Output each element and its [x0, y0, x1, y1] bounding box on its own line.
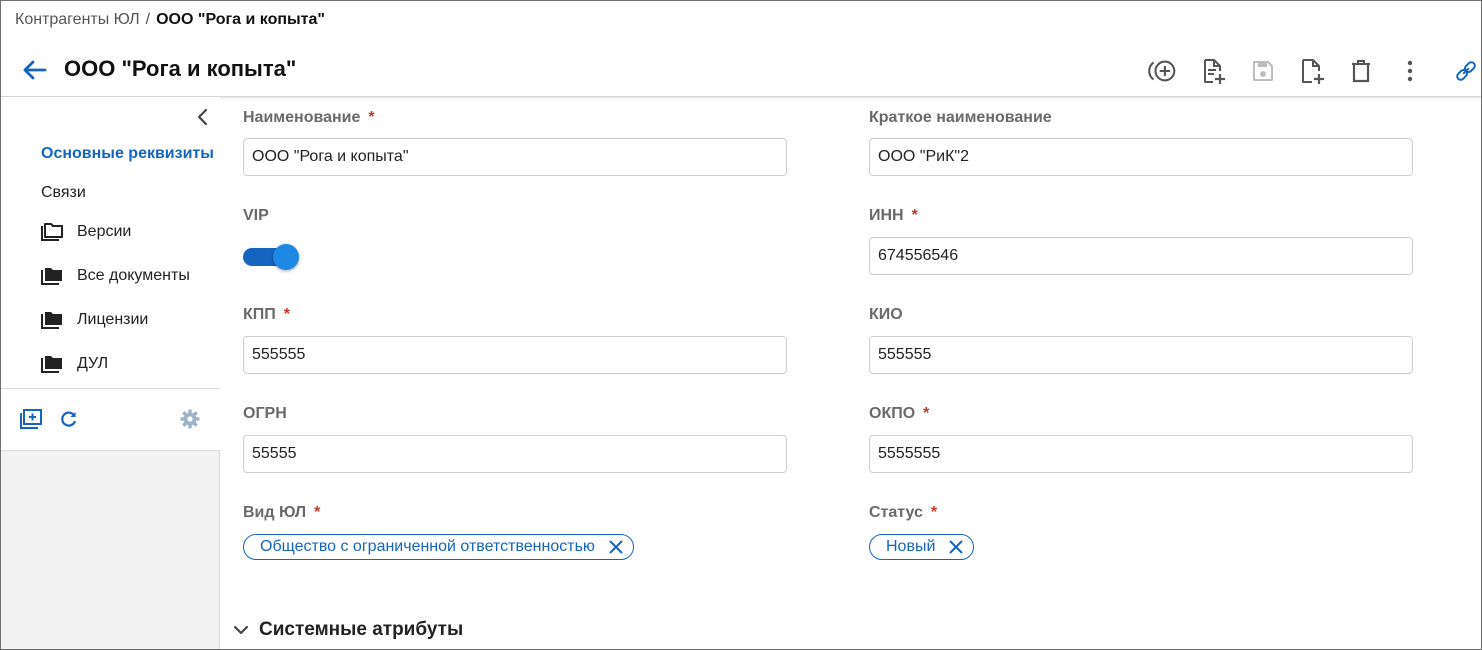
- folder-outline-icon: [41, 223, 63, 241]
- remove-status-button[interactable]: [947, 538, 965, 556]
- inn-label: ИНН *: [869, 207, 918, 225]
- page-header: ООО "Рога и копыта": [1, 45, 1481, 97]
- new-file-icon: [1302, 59, 1324, 84]
- vip-toggle-knob: [273, 244, 299, 270]
- back-button[interactable]: [19, 57, 49, 83]
- link-icon: [1456, 61, 1476, 81]
- folder-icon: [41, 356, 62, 373]
- more-button[interactable]: [1394, 55, 1426, 87]
- create-folder-icon: [20, 409, 42, 429]
- kpp-input[interactable]: [243, 336, 787, 374]
- required-mark: *: [283, 306, 290, 323]
- add-circle-icon: [1148, 60, 1176, 82]
- breadcrumb-current: ООО "Рога и копыта": [156, 11, 325, 28]
- ogrn-input[interactable]: [243, 435, 787, 473]
- entity-type-chip-label: Общество с ограниченной ответственностью: [260, 538, 595, 555]
- sidebar-folder-licenses[interactable]: Лицензии: [41, 311, 148, 329]
- short-name-input[interactable]: [869, 138, 1413, 176]
- name-input[interactable]: [243, 138, 787, 176]
- name-label: Наименование *: [243, 109, 375, 127]
- required-mark: *: [314, 504, 321, 521]
- app-window: Контрагенты ЮЛ / ООО "Рога и копыта" ООО…: [0, 0, 1482, 650]
- sidebar: Основные реквизиты Связи Версии Все доку…: [1, 97, 220, 649]
- sidebar-toolbar: [1, 389, 220, 451]
- kpp-label: КПП *: [243, 306, 290, 324]
- entity-type-label-text: Вид ЮЛ: [243, 504, 307, 521]
- chevron-left-icon: [197, 108, 208, 126]
- folder-icon: [41, 268, 62, 285]
- add-document-icon: [1204, 59, 1225, 84]
- ogrn-label: ОГРН: [243, 405, 287, 422]
- short-name-label: Краткое наименование: [869, 109, 1052, 126]
- close-icon: [609, 540, 623, 554]
- chevron-down-icon: [233, 625, 249, 635]
- save-button[interactable]: [1247, 55, 1279, 87]
- more-vert-icon: [1407, 60, 1413, 82]
- arrow-left-icon: [23, 60, 47, 80]
- entity-type-label: Вид ЮЛ *: [243, 504, 320, 522]
- okpo-input[interactable]: [869, 435, 1413, 473]
- system-attributes-title: Системные атрибуты: [259, 619, 464, 640]
- required-mark: *: [923, 405, 930, 422]
- sidebar-folder-label: Версии: [77, 223, 132, 240]
- kpp-label-text: КПП: [243, 306, 276, 323]
- folder-icon: [41, 312, 62, 329]
- delete-icon: [1352, 60, 1370, 83]
- breadcrumb: Контрагенты ЮЛ / ООО "Рога и копыта": [15, 11, 325, 29]
- add-document-button[interactable]: [1197, 55, 1229, 87]
- required-mark: *: [930, 504, 938, 521]
- status-label-text: Статус: [869, 504, 923, 521]
- sidebar-folder-all-documents[interactable]: Все документы: [41, 267, 190, 285]
- link-button[interactable]: [1450, 55, 1481, 87]
- settings-icon: [180, 409, 200, 429]
- settings-button[interactable]: [178, 407, 202, 431]
- collapse-sidebar-button[interactable]: [193, 107, 211, 127]
- breadcrumb-separator: /: [145, 11, 151, 28]
- sidebar-item-main-details[interactable]: Основные реквизиты: [41, 145, 214, 163]
- inn-label-text: ИНН: [869, 207, 904, 224]
- delete-button[interactable]: [1345, 55, 1377, 87]
- name-label-text: Наименование: [243, 109, 361, 126]
- new-file-button[interactable]: [1296, 55, 1328, 87]
- entity-type-chip: Общество с ограниченной ответственностью: [243, 534, 634, 560]
- status-label: Статус *: [869, 504, 937, 522]
- create-folder-button[interactable]: [19, 407, 43, 431]
- status-chip: Новый: [869, 534, 975, 560]
- sidebar-folder-versions[interactable]: Версии: [41, 223, 131, 241]
- required-mark: *: [368, 109, 375, 126]
- sidebar-folder-label: Все документы: [77, 267, 190, 284]
- breadcrumb-parent-link[interactable]: Контрагенты ЮЛ: [15, 11, 140, 29]
- remove-entity-type-button[interactable]: [607, 538, 625, 556]
- vip-toggle[interactable]: [243, 244, 301, 270]
- add-button[interactable]: [1147, 55, 1179, 87]
- sidebar-item-links[interactable]: Связи: [41, 184, 86, 202]
- kio-input[interactable]: [869, 336, 1413, 374]
- vip-label: VIP: [243, 207, 269, 224]
- sidebar-nav: Основные реквизиты Связи Версии Все доку…: [1, 97, 220, 389]
- sidebar-folder-dul[interactable]: ДУЛ: [41, 355, 108, 373]
- status-chip-label: Новый: [886, 538, 936, 555]
- sidebar-folder-label: Лицензии: [77, 311, 149, 328]
- refresh-button[interactable]: [57, 407, 81, 431]
- save-icon: [1253, 61, 1273, 81]
- close-icon: [949, 540, 964, 554]
- kio-label: КИО: [869, 306, 903, 323]
- refresh-icon: [61, 411, 77, 427]
- sidebar-folder-label: ДУЛ: [77, 355, 109, 372]
- inn-input[interactable]: [869, 237, 1413, 275]
- required-mark: *: [911, 207, 918, 224]
- system-attributes-toggle[interactable]: Системные атрибуты: [233, 619, 463, 641]
- okpo-label: ОКПО *: [869, 405, 929, 423]
- page-title: ООО "Рога и копыта": [64, 56, 297, 81]
- okpo-label-text: ОКПО: [869, 405, 916, 422]
